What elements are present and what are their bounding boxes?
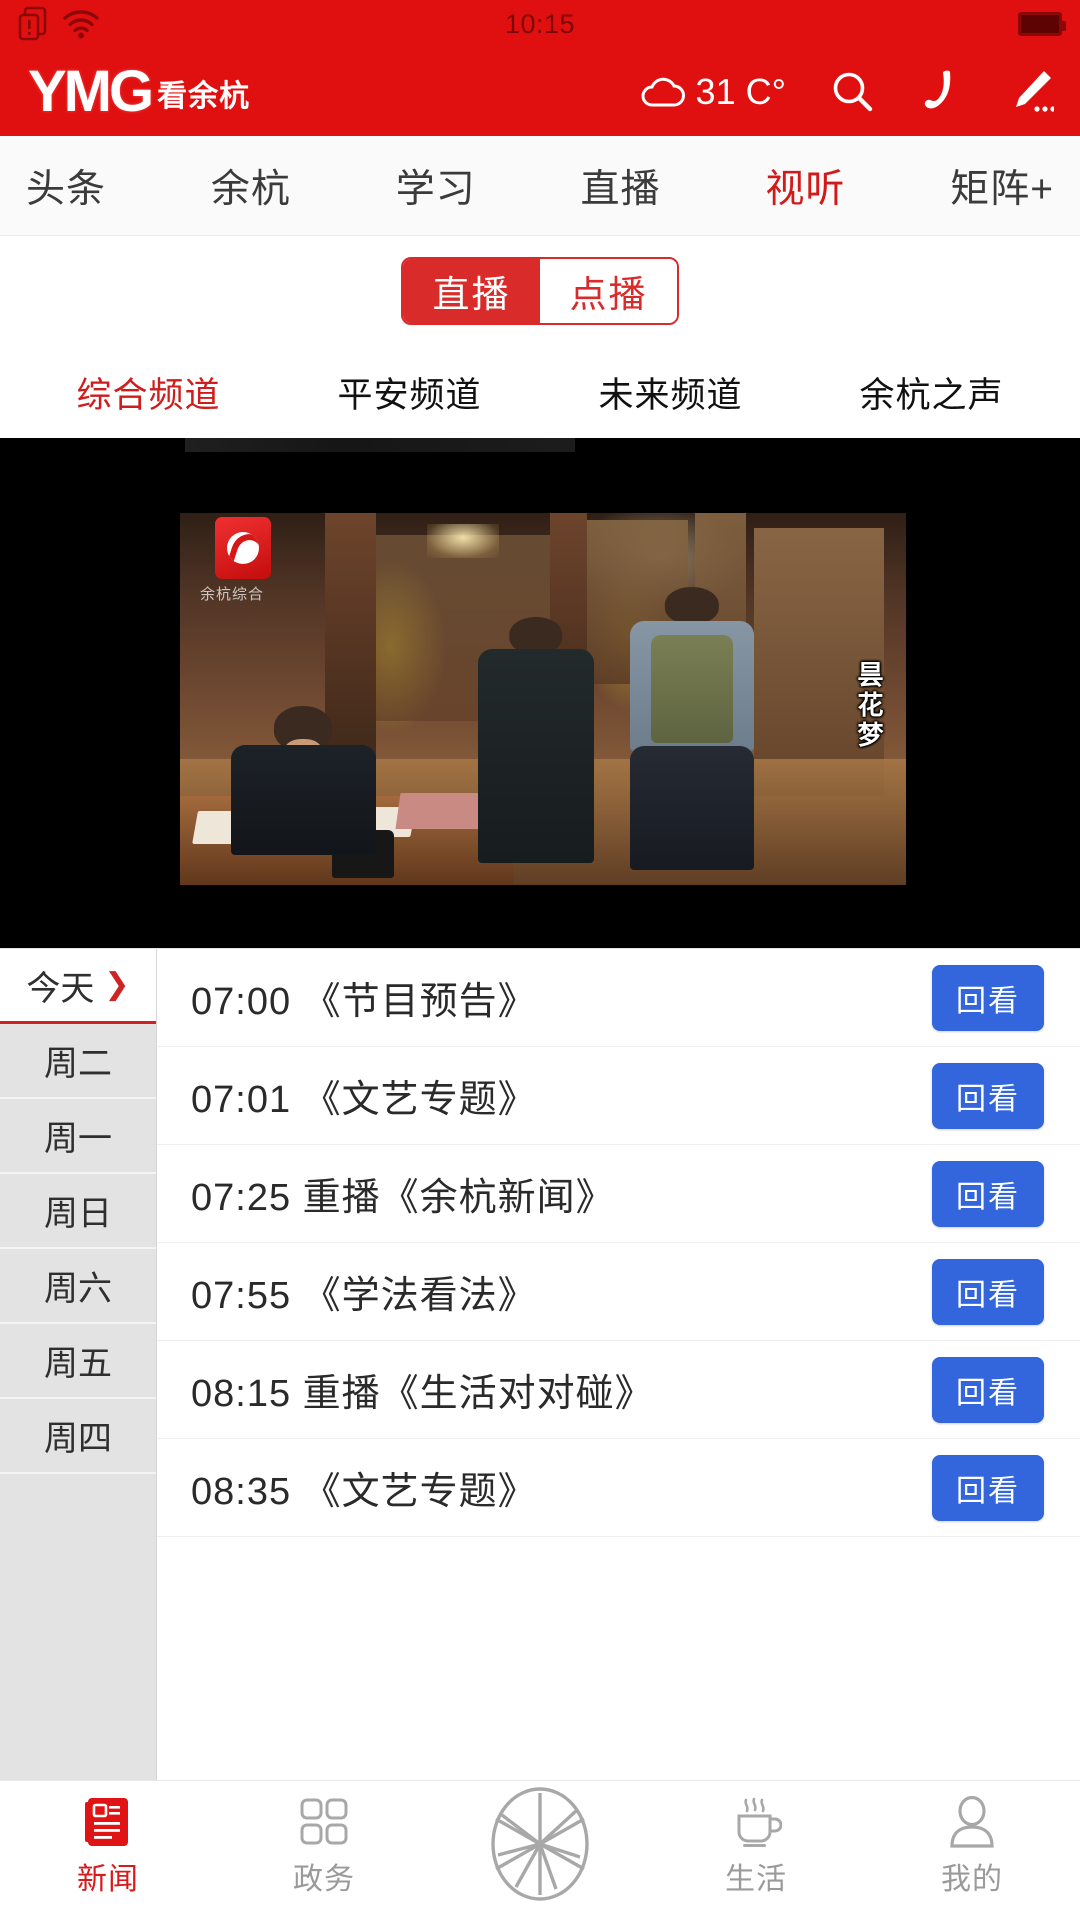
live-vod-segment-control: 直播 点播 (401, 257, 679, 325)
table-row[interactable]: 08:35 《文艺专题》 回看 (157, 1439, 1080, 1537)
weather-widget[interactable]: 31 C° (640, 71, 786, 113)
channel-tab-zonghe[interactable]: 综合频道 (76, 367, 220, 418)
day-item-saturday[interactable]: 周六 (0, 1249, 156, 1324)
ymg-logo: YMG (28, 59, 154, 125)
channel-tab-weilai[interactable]: 未来频道 (598, 367, 742, 418)
search-icon[interactable] (830, 69, 876, 115)
table-row[interactable]: 07:01 《文艺专题》 回看 (157, 1047, 1080, 1145)
main-tab-bar: 头条 余杭 学习 直播 视听 矩阵+ (0, 136, 1080, 236)
player-top-overlay (185, 438, 575, 452)
status-bar-clock: 10:15 (504, 8, 576, 39)
schedule-section: 今天 ❯ 周二 周一 周日 周六 周五 周四 07:00 《节目预告》 回看 0… (0, 948, 1080, 1780)
phone-icon[interactable] (920, 69, 964, 115)
day-item-sunday[interactable]: 周日 (0, 1174, 156, 1249)
segment-live-button[interactable]: 直播 (403, 259, 540, 323)
channel-tab-yuhangzhisheng[interactable]: 余杭之声 (859, 367, 1003, 418)
replay-button[interactable]: 回看 (932, 1356, 1044, 1423)
channel-tab-pingan[interactable]: 平安频道 (337, 367, 481, 418)
battery-icon (1018, 12, 1066, 36)
camera-shutter-icon (491, 1786, 589, 1901)
brand-subtitle: 看余杭 (157, 79, 251, 113)
program-title: 08:15 重播《生活对对碰》 (191, 1373, 654, 1415)
video-frame[interactable]: 余杭综合 昙花梦 (180, 513, 906, 885)
nav-item-camera[interactable] (450, 1785, 630, 1909)
channel-logo-watermark (215, 517, 271, 579)
show-title-overlay: 昙花梦 (854, 661, 884, 751)
brand-logo-group[interactable]: YMG 看余杭 (28, 59, 251, 125)
table-row[interactable]: 07:55 《学法看法》 回看 (157, 1243, 1080, 1341)
coffee-cup-icon (737, 1797, 782, 1847)
replay-button[interactable]: 回看 (932, 964, 1044, 1031)
nav-label: 新闻 (77, 1862, 139, 1896)
app-header: YMG 看余杭 31 C° (0, 48, 1080, 136)
replay-button[interactable]: 回看 (932, 1454, 1044, 1521)
status-bar-right-icons (1018, 12, 1066, 36)
day-item-tuesday[interactable]: 周二 (0, 1024, 156, 1099)
edit-icon[interactable] (1008, 68, 1054, 116)
day-item-thursday[interactable]: 周四 (0, 1399, 156, 1474)
day-item-friday[interactable]: 周五 (0, 1324, 156, 1399)
program-title: 07:55 《学法看法》 (191, 1275, 537, 1317)
replay-button[interactable]: 回看 (932, 1160, 1044, 1227)
channel-tab-bar: 综合频道 平安频道 未来频道 余杭之声 (0, 346, 1080, 438)
table-row[interactable]: 08:15 重播《生活对对碰》 回看 (157, 1341, 1080, 1439)
nav-label: 生活 (725, 1862, 787, 1896)
scene-figure-center (477, 617, 594, 863)
grid-icon (300, 1798, 348, 1844)
header-actions: 31 C° (640, 68, 1054, 116)
day-item-today[interactable]: 今天 ❯ (0, 949, 156, 1024)
cloud-icon (641, 77, 685, 107)
table-row[interactable]: 07:00 《节目预告》 回看 (157, 949, 1080, 1047)
main-tab-shiting[interactable]: 视听 (765, 158, 845, 214)
program-list[interactable]: 07:00 《节目预告》 回看 07:01 《文艺专题》 回看 07:25 重播… (157, 949, 1080, 1780)
main-tab-xuexi[interactable]: 学习 (396, 158, 476, 214)
weather-temperature: 31 C° (695, 71, 786, 112)
channel-logo-caption: 余杭综合 (200, 586, 265, 603)
nav-label: 我的 (941, 1862, 1003, 1896)
chevron-right-icon: ❯ (104, 968, 130, 1001)
main-tab-yuhang[interactable]: 余杭 (211, 158, 291, 214)
main-tab-toutiao[interactable]: 头条 (26, 158, 106, 214)
newspaper-icon (85, 1797, 128, 1846)
program-title: 07:25 重播《余杭新闻》 (191, 1177, 615, 1219)
segment-control-row: 直播 点播 (0, 236, 1080, 346)
main-tab-juzhen[interactable]: 矩阵+ (950, 158, 1054, 214)
main-tab-zhibo[interactable]: 直播 (581, 158, 661, 214)
nav-label: 政务 (293, 1862, 355, 1896)
program-title: 08:35 《文艺专题》 (191, 1471, 537, 1513)
video-still-image: 余杭综合 昙花梦 (180, 513, 906, 885)
nav-item-government[interactable]: 政务 (234, 1796, 414, 1898)
segment-vod-button[interactable]: 点播 (540, 259, 677, 323)
program-title: 07:01 《文艺专题》 (191, 1079, 537, 1121)
table-row[interactable]: 07:25 重播《余杭新闻》 回看 (157, 1145, 1080, 1243)
nav-item-life[interactable]: 生活 (666, 1796, 846, 1898)
program-title: 07:00 《节目预告》 (191, 981, 537, 1023)
bottom-navigation-bar: 新闻 政务 生活 我的 (0, 1780, 1080, 1920)
replay-button[interactable]: 回看 (932, 1062, 1044, 1129)
scene-figure-seated (230, 706, 376, 856)
app-root: 10:15 YMG 看余杭 31 C° 头条 余杭 学习 直播 视听 矩阵+ 直… (0, 0, 1080, 1920)
nav-item-news[interactable]: 新闻 (18, 1796, 198, 1898)
video-player[interactable]: 余杭综合 昙花梦 (0, 438, 1080, 948)
day-label: 今天 (26, 969, 95, 1008)
scene-figure-right (630, 587, 754, 871)
channel-swirl-icon (227, 532, 259, 564)
person-icon (950, 1795, 994, 1848)
nav-item-mine[interactable]: 我的 (882, 1795, 1062, 1898)
replay-button[interactable]: 回看 (932, 1258, 1044, 1325)
day-selector-list: 今天 ❯ 周二 周一 周日 周六 周五 周四 (0, 949, 157, 1780)
status-bar: 10:15 (0, 0, 1080, 48)
day-item-monday[interactable]: 周一 (0, 1099, 156, 1174)
